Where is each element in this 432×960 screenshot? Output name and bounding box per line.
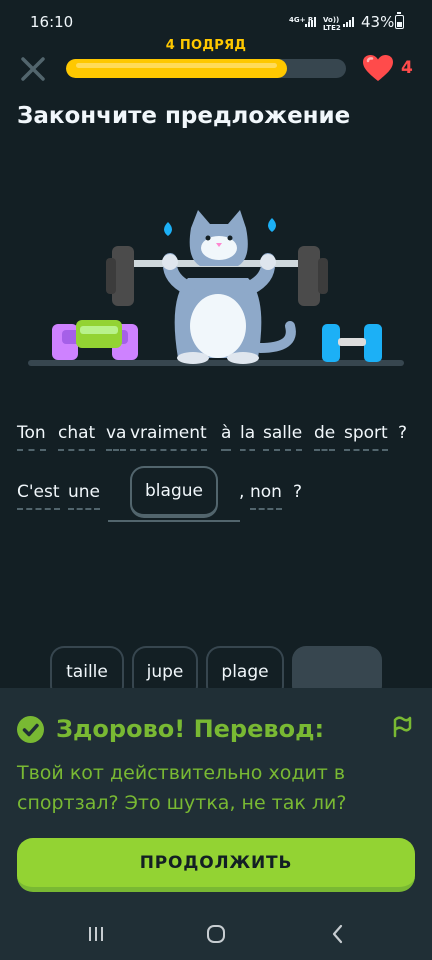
check-circle-icon (17, 716, 44, 743)
signal-icon-2 (343, 17, 354, 27)
home-icon[interactable] (204, 922, 228, 946)
page-title: Закончите предложение (17, 103, 351, 129)
system-nav-bar (0, 908, 432, 960)
lte-label: LTE2 (323, 24, 341, 32)
sentence-word[interactable]: sport (344, 423, 388, 451)
sentence-word[interactable]: chat (58, 423, 96, 451)
battery-icon (395, 12, 404, 29)
status-time: 16:10 (30, 13, 74, 31)
continue-button[interactable]: ПРОДОЛЖИТЬ (17, 838, 415, 892)
sentence-word[interactable]: salle (263, 423, 303, 451)
selected-answer-chip[interactable]: blague (130, 466, 218, 518)
heart-icon (363, 55, 393, 81)
sentence-word[interactable]: Ton (17, 423, 46, 451)
progress-fill (66, 59, 288, 78)
sentence-word[interactable]: non (250, 482, 282, 510)
sentence-word[interactable]: va (106, 423, 127, 451)
sentence-word[interactable]: la (240, 423, 256, 451)
sentence-word: ? (398, 423, 408, 443)
sentence-word[interactable]: à (221, 423, 232, 451)
cat-weightlifting-illustration (28, 210, 404, 366)
signal-icon (305, 17, 316, 27)
answer-slot: blague (108, 466, 240, 522)
hearts-count: 4 (401, 58, 413, 78)
sentence-word[interactable]: C'est (17, 482, 60, 510)
sentence-word: ? (293, 482, 303, 502)
sentence-word[interactable]: vraiment (130, 423, 207, 451)
recent-apps-icon[interactable] (84, 922, 108, 946)
lesson-progress-bar (66, 59, 346, 78)
volte-label: Vo)) (323, 16, 340, 24)
close-icon[interactable] (18, 54, 48, 84)
feedback-title: Здорово! Перевод: (56, 715, 325, 743)
streak-label: 4 ПОДРЯД (165, 38, 247, 53)
battery-percent: 43% (361, 13, 395, 31)
back-icon[interactable] (326, 922, 350, 946)
report-flag-icon[interactable] (390, 714, 414, 738)
feedback-translation: Твой кот действительно ходит в спортзал?… (17, 762, 347, 814)
volte-indicator: Vo)) LTE2 (323, 16, 341, 32)
sentence-word[interactable]: de (314, 423, 336, 451)
sentence-word[interactable]: une (68, 482, 101, 510)
